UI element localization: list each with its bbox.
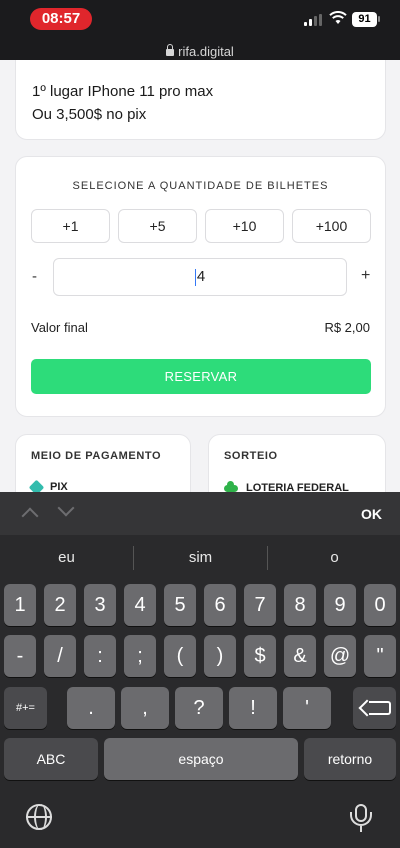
globe-icon[interactable]: [26, 804, 52, 830]
key-8[interactable]: 8: [284, 584, 316, 626]
pix-icon: [28, 479, 45, 492]
add-5-button[interactable]: +5: [118, 209, 197, 243]
key-colon[interactable]: :: [84, 635, 116, 677]
return-key[interactable]: retorno: [304, 738, 396, 780]
keyboard-toolbar: OK: [0, 492, 400, 535]
payment-card: MEIO DE PAGAMENTO PIX: [15, 434, 191, 492]
prize-line-2: Ou 3,500$ no pix: [32, 106, 147, 123]
wifi-icon: [329, 11, 347, 24]
quantity-card: SELECIONE A QUANTIDADE DE BILHETES +1 +5…: [15, 156, 386, 417]
payment-title: MEIO DE PAGAMENTO: [31, 450, 162, 462]
status-bar: 08:57 91 rifa.digital: [0, 0, 400, 60]
suggestion-2[interactable]: sim: [134, 535, 267, 580]
status-time: 08:57: [30, 8, 92, 30]
reserve-button[interactable]: RESERVAR: [31, 359, 371, 394]
key-open-paren[interactable]: (: [164, 635, 196, 677]
draw-method: LOTERIA FEDERAL: [224, 481, 349, 492]
space-key[interactable]: espaço: [104, 738, 298, 780]
key-6[interactable]: 6: [204, 584, 236, 626]
draw-card: SORTEIO LOTERIA FEDERAL: [208, 434, 386, 492]
key-0[interactable]: 0: [364, 584, 396, 626]
key-3[interactable]: 3: [84, 584, 116, 626]
key-semicolon[interactable]: ;: [124, 635, 156, 677]
add-100-button[interactable]: +100: [292, 209, 371, 243]
payment-method-label: PIX: [50, 481, 68, 492]
done-button[interactable]: OK: [361, 506, 382, 522]
text-caret: [194, 268, 196, 286]
add-1-button[interactable]: +1: [31, 209, 110, 243]
key-2[interactable]: 2: [44, 584, 76, 626]
total-label: Valor final: [31, 320, 88, 335]
abc-key[interactable]: ABC: [4, 738, 98, 780]
prize-card: 1º lugar IPhone 11 pro max Ou 3,500$ no …: [15, 60, 386, 140]
add-10-button[interactable]: +10: [205, 209, 284, 243]
key-hyphen[interactable]: -: [4, 635, 36, 677]
suggestion-3[interactable]: o: [268, 535, 400, 580]
decrement-button[interactable]: -: [32, 268, 37, 285]
key-at[interactable]: @: [324, 635, 356, 677]
key-apostrophe[interactable]: ': [283, 687, 331, 729]
key-4[interactable]: 4: [124, 584, 156, 626]
key-question[interactable]: ?: [175, 687, 223, 729]
draw-method-label: LOTERIA FEDERAL: [246, 481, 349, 492]
key-7[interactable]: 7: [244, 584, 276, 626]
clover-icon: [224, 481, 238, 492]
key-quote[interactable]: ": [364, 635, 396, 677]
microphone-base: [350, 812, 372, 826]
battery-tip: [378, 16, 380, 22]
suggestion-1[interactable]: eu: [0, 535, 133, 580]
key-5[interactable]: 5: [164, 584, 196, 626]
quantity-input[interactable]: 4: [53, 258, 347, 296]
lock-icon: [166, 44, 175, 56]
total-value: R$ 2,00: [324, 320, 370, 335]
address-bar[interactable]: rifa.digital: [0, 44, 400, 59]
url-text: rifa.digital: [178, 44, 234, 59]
signal-icon: [304, 14, 322, 26]
chevron-up-icon[interactable]: [21, 507, 39, 525]
increment-button[interactable]: +: [361, 267, 370, 285]
battery-indicator: 91: [352, 12, 377, 27]
key-period[interactable]: .: [67, 687, 115, 729]
quantity-title: SELECIONE A QUANTIDADE DE BILHETES: [72, 180, 329, 192]
key-9[interactable]: 9: [324, 584, 356, 626]
key-comma[interactable]: ,: [121, 687, 169, 729]
key-close-paren[interactable]: ): [204, 635, 236, 677]
page-content: 1º lugar IPhone 11 pro max Ou 3,500$ no …: [0, 60, 400, 492]
symbols-toggle-key[interactable]: #+=: [4, 687, 47, 729]
key-slash[interactable]: /: [44, 635, 76, 677]
draw-title: SORTEIO: [224, 450, 278, 462]
backspace-key[interactable]: [353, 687, 396, 729]
key-1[interactable]: 1: [4, 584, 36, 626]
quantity-value: 4: [196, 268, 206, 285]
chevron-down-icon[interactable]: [57, 499, 75, 517]
prize-line-1: 1º lugar IPhone 11 pro max: [32, 83, 214, 100]
backspace-icon: [369, 701, 391, 715]
key-exclamation[interactable]: !: [229, 687, 277, 729]
payment-method: PIX: [28, 479, 68, 492]
key-dollar[interactable]: $: [244, 635, 276, 677]
key-ampersand[interactable]: &: [284, 635, 316, 677]
keyboard: OK eu sim o 1 2 3 4 5 6 7 8 9 0 - / : ; …: [0, 492, 400, 848]
